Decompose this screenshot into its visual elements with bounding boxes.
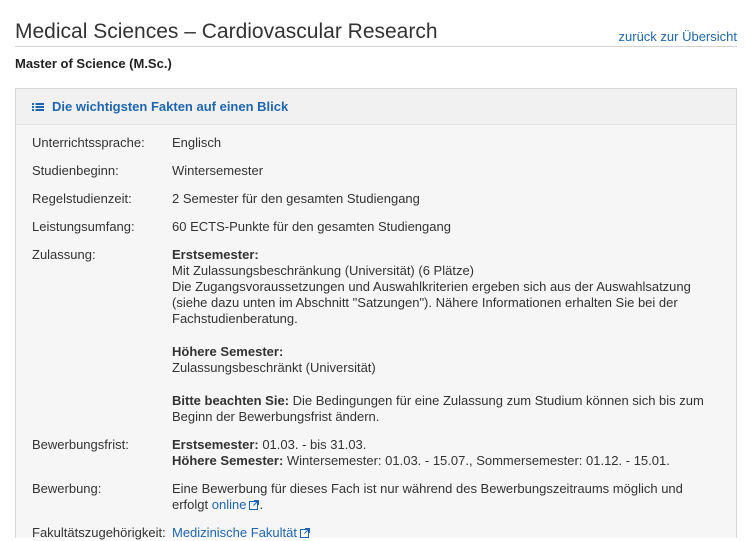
- fact-label: Bewerbung:: [32, 481, 102, 496]
- fact-value: 60 ECTS-Punkte für den gesamten Studieng…: [172, 219, 451, 234]
- online-application-link[interactable]: online: [212, 497, 260, 512]
- degree-label: Master of Science (M.Sc.): [15, 56, 172, 71]
- fact-label: Fakultätszugehörigkeit:: [32, 525, 166, 540]
- fact-value: Wintersemester: [172, 163, 264, 178]
- fact-label: Bewerbungsfrist:: [32, 437, 129, 452]
- back-to-overview-link[interactable]: zurück zur Übersicht: [619, 29, 737, 44]
- deadline-higher-text: Wintersemester: 01.03. - 15.07., Sommers…: [283, 453, 670, 468]
- fact-row-scope: Leistungsumfang: 60 ECTS-Punkte für den …: [16, 219, 736, 235]
- facts-panel-title: Die wichtigsten Fakten auf einen Blick: [52, 99, 289, 114]
- fact-row-faculty: Fakultätszugehörigkeit: Medizinische Fak…: [16, 525, 736, 541]
- page-title: Medical Sciences – Cardiovascular Resear…: [15, 20, 438, 43]
- fact-value: 2 Semester für den gesamten Studiengang: [172, 191, 420, 206]
- page: Medical Sciences – Cardiovascular Resear…: [0, 0, 753, 541]
- admission-higher-text: Zulassungsbeschränkt (Universität): [172, 360, 376, 375]
- external-link-icon: [300, 528, 310, 538]
- deadline-first-heading: Erstsemester:: [172, 437, 259, 452]
- admission-first-heading: Erstsemester:: [172, 247, 259, 262]
- fact-label: Regelstudienzeit:: [32, 191, 132, 206]
- admission-note-heading: Bitte beachten Sie:: [172, 393, 290, 408]
- admission-first-line2: Die Zugangsvoraussetzungen und Auswahlkr…: [172, 279, 691, 326]
- admission-first-semester: Erstsemester: Mit Zulassungsbeschränkung…: [172, 247, 720, 327]
- list-icon: [32, 102, 44, 111]
- fact-label: Studienbeginn:: [32, 163, 119, 178]
- deadline-first-text: 01.03. - bis 31.03.: [258, 437, 367, 452]
- fact-label: Unterrichtssprache:: [32, 135, 145, 150]
- admission-first-line1: Mit Zulassungsbeschränkung (Universität)…: [172, 263, 475, 278]
- facts-panel: Die wichtigsten Fakten auf einen Blick U…: [15, 88, 737, 541]
- fact-value: Erstsemester: 01.03. - bis 31.03. Höhere…: [172, 437, 720, 469]
- fact-value: Erstsemester: Mit Zulassungsbeschränkung…: [172, 247, 720, 425]
- admission-note: Bitte beachten Sie: Die Bedingungen für …: [172, 393, 720, 425]
- fact-row-language: Unterrichtssprache: Englisch: [16, 135, 736, 151]
- fact-row-application: Bewerbung: Eine Bewerbung für dieses Fac…: [16, 481, 736, 513]
- fact-row-admission: Zulassung: Erstsemester: Mit Zulassungsb…: [16, 247, 736, 425]
- admission-higher-semester: Höhere Semester: Zulassungsbeschränkt (U…: [172, 344, 720, 376]
- admission-higher-heading: Höhere Semester:: [172, 344, 284, 359]
- application-end: .: [259, 497, 264, 512]
- fact-value: Medizinische Fakultät: [172, 525, 720, 541]
- online-link-label: online: [211, 497, 247, 512]
- fact-label: Zulassung:: [32, 247, 96, 262]
- fact-row-deadline: Bewerbungsfrist: Erstsemester: 01.03. - …: [16, 437, 736, 469]
- external-link-icon: [249, 500, 260, 510]
- fact-value: Eine Bewerbung für dieses Fach ist nur w…: [172, 481, 720, 513]
- fact-value: Englisch: [172, 135, 222, 150]
- facts-panel-header[interactable]: Die wichtigsten Fakten auf einen Blick: [16, 89, 736, 125]
- fact-row-duration: Regelstudienzeit: 2 Semester für den ges…: [16, 191, 736, 207]
- deadline-higher-heading: Höhere Semester:: [172, 453, 284, 468]
- fact-label: Leistungsumfang:: [32, 219, 135, 234]
- fact-row-start: Studienbeginn: Wintersemester: [16, 163, 736, 179]
- facts-list: Unterrichtssprache: Englisch Studienbegi…: [16, 125, 736, 541]
- title-row: Medical Sciences – Cardiovascular Resear…: [15, 20, 737, 47]
